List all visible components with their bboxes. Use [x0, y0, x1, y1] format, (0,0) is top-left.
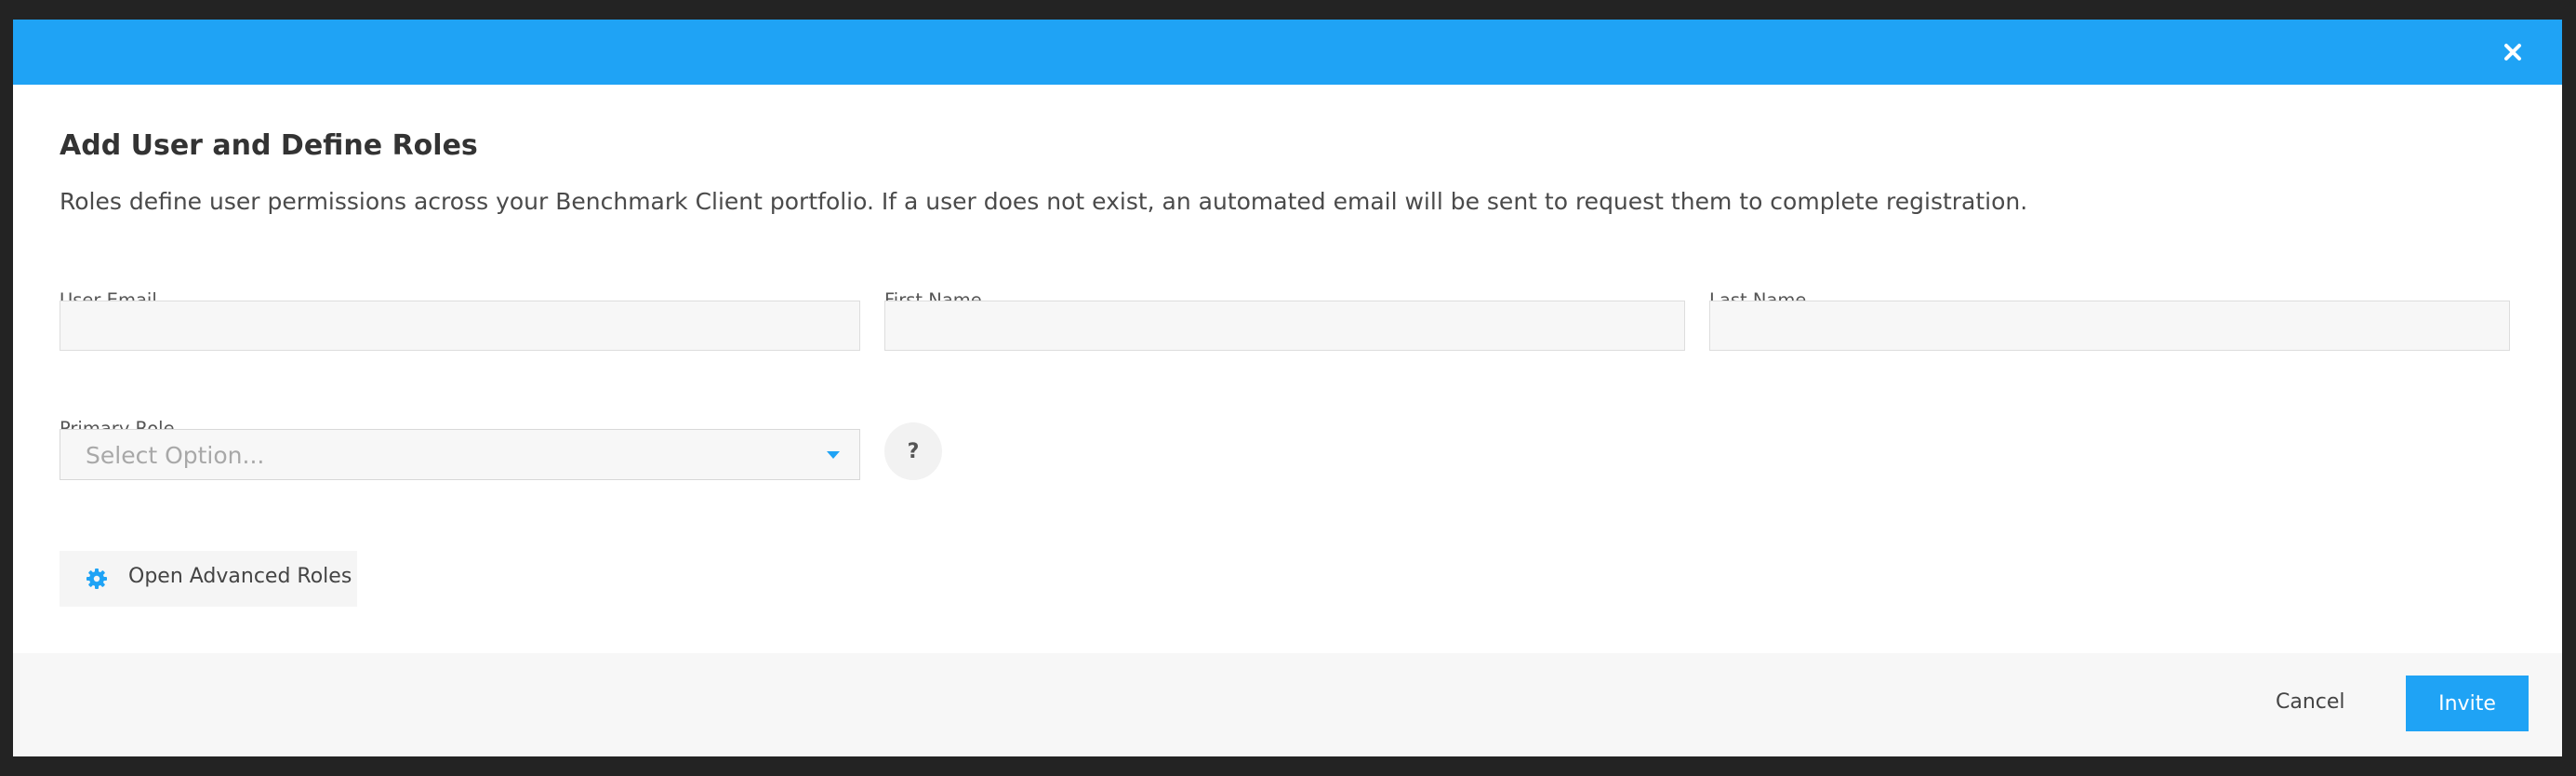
invite-button[interactable]: Invite: [2406, 676, 2529, 731]
email-field[interactable]: [60, 301, 860, 351]
modal-description: Roles define user permissions across you…: [60, 188, 2028, 215]
close-icon: [2504, 44, 2521, 60]
last-name-field[interactable]: [1709, 301, 2510, 351]
primary-role-selected-value: Select Option...: [86, 442, 265, 469]
invite-button-label: Invite: [2438, 691, 2496, 716]
add-user-modal: Add User and Define Roles Roles define u…: [13, 20, 2562, 756]
modal-header: [13, 20, 2562, 85]
gear-icon: [86, 569, 107, 589]
primary-role-select[interactable]: Select Option...: [60, 429, 860, 480]
modal-footer: Cancel Invite: [13, 653, 2562, 756]
modal-title: Add User and Define Roles: [60, 129, 478, 162]
open-advanced-roles-button[interactable]: Open Advanced Roles: [60, 551, 357, 607]
open-advanced-roles-label: Open Advanced Roles: [128, 565, 352, 588]
cancel-button[interactable]: Cancel: [2276, 690, 2345, 714]
first-name-field[interactable]: [884, 301, 1685, 351]
close-button[interactable]: [2501, 40, 2525, 64]
role-help-button[interactable]: ?: [884, 422, 942, 480]
chevron-down-icon: [827, 451, 840, 459]
help-icon: ?: [907, 439, 920, 463]
